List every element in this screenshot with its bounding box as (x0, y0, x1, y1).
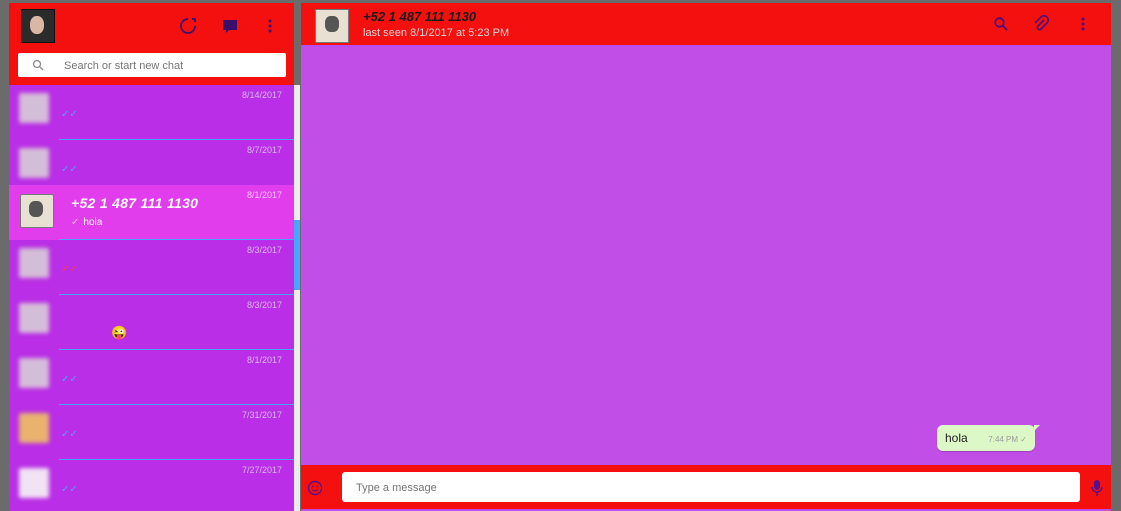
read-ticks-icon: ✓✓ (61, 374, 78, 385)
search-icon (32, 58, 44, 71)
chat-date: 8/1/2017 (246, 190, 282, 200)
chat-date: 8/1/2017 (246, 355, 282, 365)
sent-tick-icon: ✓ (71, 217, 80, 228)
read-ticks-icon: ✓✓ (61, 264, 78, 275)
contact-avatar (19, 248, 49, 278)
message-input[interactable] (354, 479, 1058, 497)
chat-date: 7/27/2017 (241, 465, 282, 475)
chat-preview-text: hola (83, 217, 103, 228)
search-box[interactable] (18, 53, 286, 77)
contact-avatar (19, 148, 49, 178)
message-time: 7:44 PM ✓ (988, 435, 1027, 444)
message-area: hola 7:44 PM ✓ (301, 47, 1111, 465)
chat-date: 8/7/2017 (246, 145, 282, 155)
read-ticks-icon: ✓✓ (61, 429, 78, 440)
my-profile-avatar[interactable] (21, 9, 55, 43)
contact-avatar (19, 468, 49, 498)
search-icon[interactable] (993, 16, 1009, 37)
contact-avatar (19, 303, 49, 333)
chat-date: 8/14/2017 (241, 90, 282, 100)
search-input[interactable] (62, 57, 276, 75)
contact-avatar (19, 358, 49, 388)
microphone-icon[interactable] (1090, 479, 1104, 497)
contact-avatar (19, 93, 49, 123)
whatsapp-web-app: 8/14/2017 ✓✓ 8/7/2017 ✓✓ +52 1 487 111 1… (0, 0, 1121, 511)
left-header (9, 3, 294, 85)
message-input-box[interactable] (342, 472, 1080, 502)
chat-item-active[interactable]: +52 1 487 111 1130 8/1/2017 ✓ hola (9, 185, 294, 240)
chat-preview: ✓ hola (71, 217, 102, 228)
new-chat-icon[interactable] (221, 17, 239, 35)
chat-date: 8/3/2017 (246, 300, 282, 310)
conversation-header[interactable]: +52 1 487 111 1130 last seen 8/1/2017 at… (301, 3, 1111, 47)
attach-icon[interactable] (1033, 14, 1050, 38)
chat-item[interactable]: 8/1/2017 ✓✓ (9, 350, 294, 405)
outgoing-message-bubble[interactable]: hola 7:44 PM ✓ (937, 425, 1040, 451)
read-ticks-icon: ✓✓ (61, 164, 78, 175)
conversation-pane: +52 1 487 111 1130 last seen 8/1/2017 at… (301, 3, 1111, 511)
chat-date: 7/31/2017 (241, 410, 282, 420)
status-icon[interactable] (179, 17, 197, 35)
read-ticks-icon: ✓✓ (61, 484, 78, 495)
chat-list-pane: 8/14/2017 ✓✓ 8/7/2017 ✓✓ +52 1 487 111 1… (9, 3, 294, 511)
chat-item[interactable]: 8/3/2017 ✓✓ (9, 240, 294, 295)
conversation-contact-name: +52 1 487 111 1130 (363, 9, 477, 24)
chat-item[interactable]: 8/14/2017 ✓✓ (9, 85, 294, 140)
chat-item[interactable]: 8/3/2017 😜 (9, 295, 294, 350)
emoji-icon[interactable] (307, 480, 323, 496)
scrollbar-thumb[interactable] (294, 220, 300, 290)
message-composer (301, 465, 1111, 509)
chat-item[interactable]: 7/27/2017 ✓✓ (9, 460, 294, 511)
message-text: hola (945, 431, 968, 445)
contact-avatar (19, 413, 49, 443)
chat-item[interactable]: 7/31/2017 ✓✓ (9, 405, 294, 460)
contact-avatar[interactable] (315, 9, 349, 43)
contact-avatar (20, 194, 54, 228)
chat-contact-name: +52 1 487 111 1130 (71, 195, 199, 211)
chat-list: 8/14/2017 ✓✓ 8/7/2017 ✓✓ +52 1 487 111 1… (9, 85, 294, 511)
chat-date: 8/3/2017 (246, 245, 282, 255)
last-seen-status: last seen 8/1/2017 at 5:23 PM (363, 27, 510, 39)
menu-icon[interactable] (261, 17, 279, 35)
menu-icon[interactable] (1075, 15, 1091, 38)
chat-list-scrollbar[interactable] (294, 85, 300, 511)
winking-face-emoji-icon: 😜 (111, 325, 128, 340)
sent-tick-icon: ✓ (1020, 435, 1027, 444)
read-ticks-icon: ✓✓ (61, 109, 78, 120)
